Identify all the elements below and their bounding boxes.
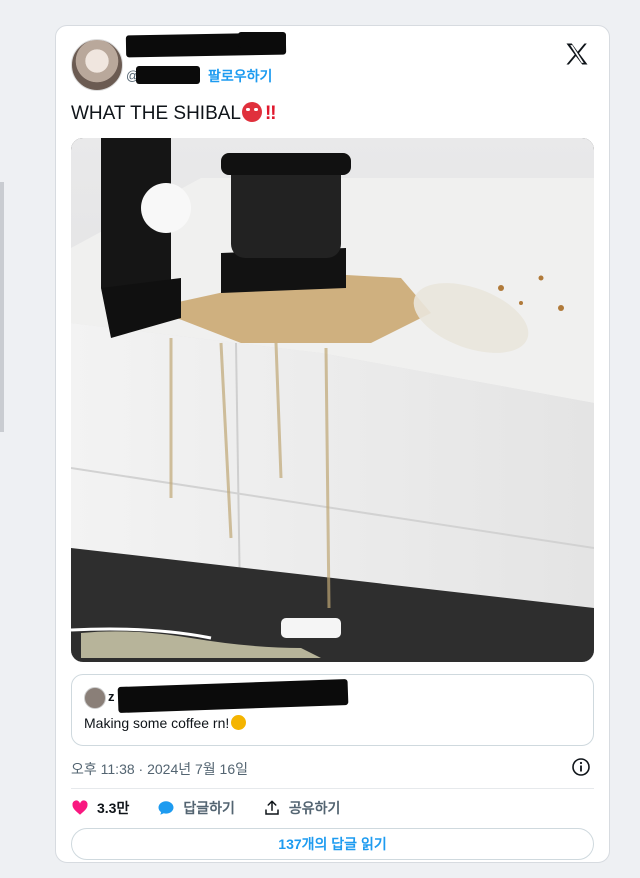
- angry-face-emoji-icon: [241, 102, 262, 122]
- reply-label: 답글하기: [183, 800, 235, 816]
- redacted-display-name-extra: [238, 32, 286, 48]
- like-button[interactable]: 3.3만: [71, 798, 129, 818]
- redacted-handle: [136, 66, 200, 84]
- share-button[interactable]: 공유하기: [263, 798, 341, 818]
- tweet-text: WHAT THE SHIBAL ‼: [71, 102, 276, 125]
- tweet-actions: 3.3만 답글하기 공유하기: [71, 798, 340, 818]
- follow-button[interactable]: 팔로우하기: [208, 66, 272, 86]
- quoted-author-initial: z: [108, 689, 115, 704]
- smile-emoji-icon: [231, 715, 247, 730]
- read-replies-button[interactable]: 137개의 답글 읽기: [71, 828, 594, 860]
- tweet-timestamp[interactable]: 오후 11:38 · 2024년 7월 16일: [71, 759, 248, 779]
- like-count: 3.3만: [97, 800, 130, 816]
- heart-icon: [72, 800, 88, 815]
- spilled-coffee-photo: [71, 138, 594, 662]
- share-icon: [265, 800, 279, 815]
- quoted-author-avatar: [84, 687, 106, 709]
- quoted-tweet-text: Making some coffee rn!: [84, 715, 247, 731]
- divider: [71, 788, 594, 789]
- tweet-card: @ 팔로우하기 WHAT THE SHIBAL ‼ z Making some …: [55, 25, 610, 863]
- quoted-tweet[interactable]: z Making some coffee rn!: [71, 674, 594, 746]
- share-label: 공유하기: [288, 800, 341, 816]
- double-exclamation-icon: ‼: [264, 103, 277, 124]
- window-edge: [0, 182, 4, 432]
- tweet-text-content: WHAT THE SHIBAL: [71, 103, 241, 124]
- quoted-tweet-text-content: Making some coffee rn!: [84, 715, 230, 731]
- reply-bubble-icon: [158, 801, 174, 815]
- reply-button[interactable]: 답글하기: [157, 798, 235, 818]
- info-icon[interactable]: [571, 757, 591, 777]
- x-logo-icon[interactable]: [563, 40, 591, 68]
- redacted-quoted-author: [117, 678, 349, 714]
- tweet-photo[interactable]: [71, 138, 594, 662]
- author-avatar[interactable]: [71, 39, 123, 91]
